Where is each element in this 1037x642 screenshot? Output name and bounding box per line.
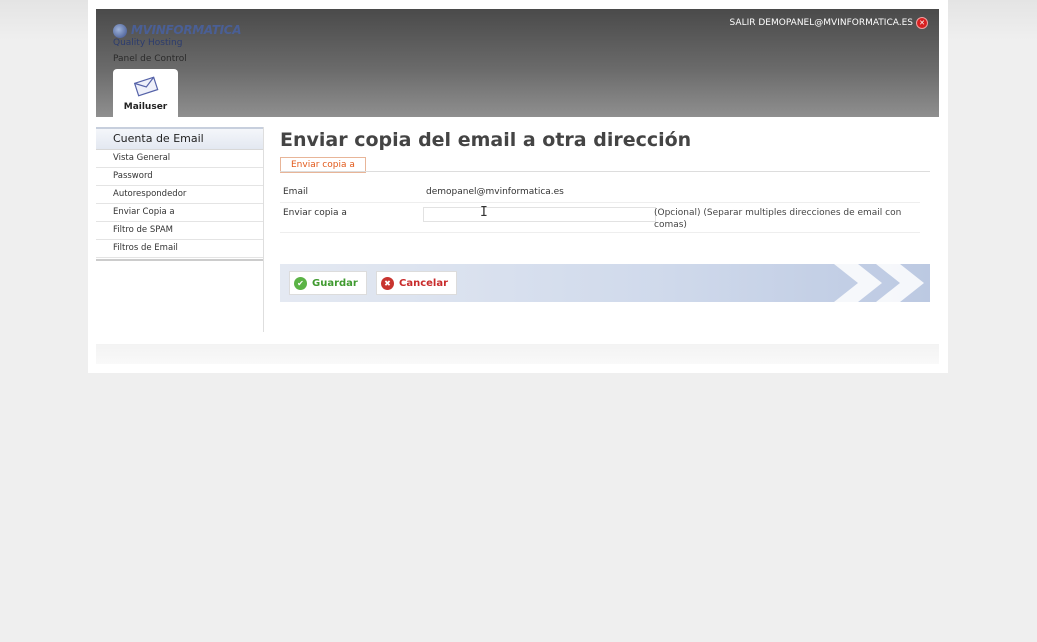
tab-mailuser[interactable]: Mailuser bbox=[113, 69, 178, 117]
sidebar-item-password[interactable]: Password bbox=[96, 168, 263, 186]
sidebar-divider bbox=[96, 258, 263, 261]
app-frame: MVINFORMATICA Quality Hosting Panel de C… bbox=[88, 0, 948, 373]
forward-row: Enviar copia a I (Opcional) (Separar mul… bbox=[280, 205, 920, 233]
text-cursor-icon: I bbox=[480, 205, 488, 220]
chevron-decoration-icon bbox=[834, 264, 924, 302]
save-button[interactable]: ✔ Guardar bbox=[289, 271, 367, 295]
check-icon: ✔ bbox=[294, 276, 307, 290]
cancel-label: Cancelar bbox=[399, 277, 449, 289]
save-label: Guardar bbox=[312, 277, 358, 289]
email-row: Email demopanel@mvinformatica.es bbox=[280, 187, 920, 203]
sidebar-item-vista-general[interactable]: Vista General bbox=[96, 150, 263, 168]
header: MVINFORMATICA Quality Hosting Panel de C… bbox=[96, 9, 939, 117]
logout-label: SALIR DEMOPANEL@MVINFORMATICA.ES bbox=[729, 18, 913, 28]
divider bbox=[280, 171, 930, 172]
envelope-icon bbox=[133, 76, 158, 97]
tab-label: Mailuser bbox=[123, 102, 168, 112]
forward-email-input[interactable] bbox=[423, 207, 656, 222]
sidebar-item-enviar-copia[interactable]: Enviar Copia a bbox=[96, 204, 263, 222]
sidebar-item-autorespondedor[interactable]: Autorespondedor bbox=[96, 186, 263, 204]
footer bbox=[96, 344, 939, 364]
email-value: demopanel@mvinformatica.es bbox=[426, 187, 564, 197]
forward-label: Enviar copia a bbox=[283, 208, 347, 218]
logout-link[interactable]: SALIR DEMOPANEL@MVINFORMATICA.ES ✕ bbox=[730, 17, 928, 29]
brand-name: MVINFORMATICA bbox=[131, 23, 242, 37]
logo: MVINFORMATICA bbox=[111, 23, 242, 39]
sidebar-section-title: Cuenta de Email bbox=[96, 127, 263, 150]
close-icon: ✕ bbox=[916, 17, 928, 29]
panel-label: Panel de Control bbox=[113, 54, 187, 64]
forward-hint: (Opcional) (Separar multiples direccione… bbox=[654, 208, 902, 230]
sidebar-item-filtros-email[interactable]: Filtros de Email bbox=[96, 240, 263, 258]
globe-icon bbox=[113, 24, 127, 38]
sidebar-item-filtro-spam[interactable]: Filtro de SPAM bbox=[96, 222, 263, 240]
sidebar: Cuenta de Email Vista General Password A… bbox=[96, 127, 264, 332]
tagline: Quality Hosting bbox=[113, 38, 183, 48]
main-content: Enviar copia del email a otra dirección … bbox=[280, 127, 930, 302]
action-bar: ✔ Guardar ✖ Cancelar bbox=[280, 264, 930, 302]
cancel-button[interactable]: ✖ Cancelar bbox=[376, 271, 458, 295]
cancel-icon: ✖ bbox=[381, 276, 394, 290]
page-title: Enviar copia del email a otra dirección bbox=[280, 129, 692, 151]
email-label: Email bbox=[283, 187, 308, 197]
